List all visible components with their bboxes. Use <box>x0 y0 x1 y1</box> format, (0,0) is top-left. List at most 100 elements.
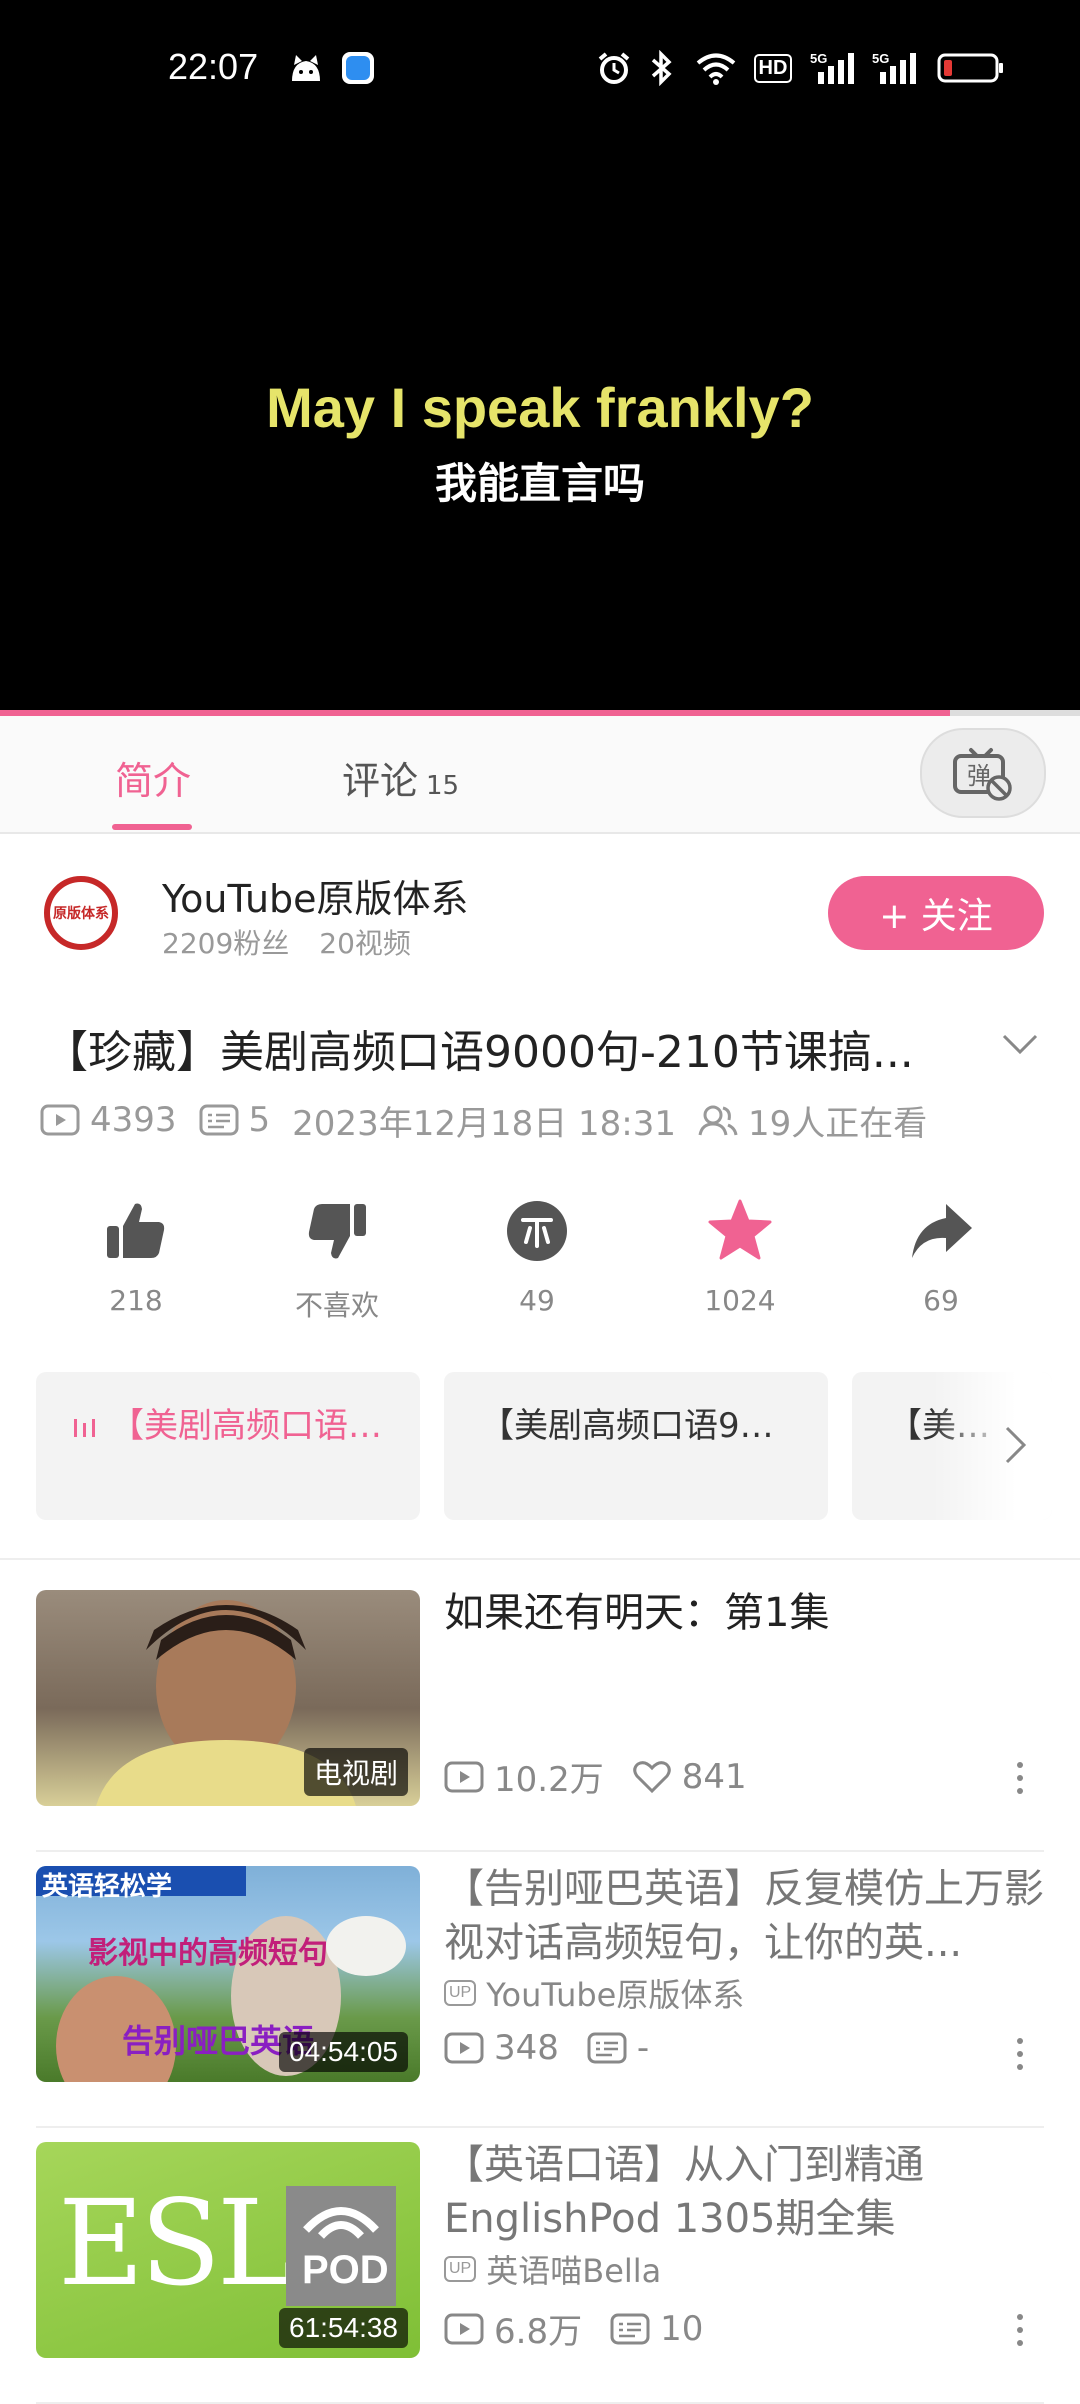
danmaku-count: 10 <box>660 2308 704 2349</box>
uploader[interactable]: UP YouTube原版体系 <box>444 1970 744 2016</box>
status-bar: 22:07 HD 5G 5G <box>0 0 1080 140</box>
star-icon <box>708 1199 772 1260</box>
watching-count: 19人正在看 <box>748 1103 928 1144</box>
video-thumbnail: ESL POD 61:54:38 <box>36 2142 420 2358</box>
thumbs-up-icon <box>107 1203 165 1258</box>
dislike-label: 不喜欢 <box>294 1289 379 1322</box>
channel-name[interactable]: YouTube原版体系 <box>162 868 469 923</box>
coin-icon <box>507 1201 567 1261</box>
danmaku-toggle-button[interactable]: 弹 <box>920 728 1046 818</box>
fans-count: 2209粉丝 <box>162 927 290 960</box>
blue-app-icon <box>340 50 376 86</box>
like-count: 841 <box>681 1756 747 1797</box>
favorite-button[interactable]: 1024 <box>665 1198 815 1317</box>
episode-label-text: 【美剧高频口语9000句】Lesson ... <box>110 1406 384 1446</box>
recommendation-item[interactable]: 英语轻松学 影视中的高频短句 告别哑巴英语 04:54:05 【告别哑巴英语】反… <box>0 1852 1080 2128</box>
share-button[interactable]: 69 <box>866 1198 1016 1317</box>
play-count-icon <box>444 2032 484 2064</box>
status-time: 22:07 <box>168 46 259 87</box>
cat-app-icon <box>286 50 326 86</box>
recommendation-title: 如果还有明天：第1集 <box>444 1590 830 1636</box>
alarm-icon <box>596 50 632 86</box>
watching-people-icon <box>698 1105 738 1136</box>
bluetooth-icon <box>644 50 680 86</box>
view-count: 6.8万 <box>494 2312 583 2352</box>
episode-label: 【美剧高频口语9000句】Lesson ... <box>72 1402 384 1450</box>
playing-bars-icon <box>74 1418 95 1437</box>
recommendation-stats: 348 - <box>444 2028 677 2068</box>
video-count: 20视频 <box>319 927 411 960</box>
coin-button[interactable]: 49 <box>462 1198 612 1317</box>
wifi-icon <box>694 50 738 86</box>
tab-bar: 简介 评论 15 弹 <box>0 716 1080 834</box>
share-count: 69 <box>923 1284 959 1317</box>
recommendation-title: 【英语口语】从入门到精通EnglishPod 1305期全集 <box>444 2142 924 2242</box>
thumbnail-caption-mid: 影视中的高频短句 <box>88 1936 328 1971</box>
video-thumbnail: 英语轻松学 影视中的高频短句 告别哑巴英语 04:54:05 <box>36 1866 420 2082</box>
video-thumbnail: 电视剧 <box>36 1590 420 1806</box>
thumbs-down-icon <box>308 1204 366 1259</box>
follow-button[interactable]: + 关注 <box>828 876 1044 950</box>
view-count: 348 <box>494 2028 559 2068</box>
5g-signal-icon: 5G <box>810 50 858 86</box>
tab-intro[interactable]: 简介 <box>115 750 191 805</box>
more-vertical-icon[interactable] <box>1010 1758 1030 1798</box>
video-meta: 4393 5 2023年12月18日 18:31 19人正在看 <box>40 1098 949 1144</box>
svg-text:5G: 5G <box>810 51 827 66</box>
subtitle-english: May I speak frankly? <box>266 376 814 439</box>
recommendation-stats: 10.2万 841 <box>444 1752 775 1801</box>
uploader-name: 英语喵Bella <box>486 2252 662 2290</box>
category-badge: 电视剧 <box>303 1748 408 1796</box>
svg-text:5G: 5G <box>872 51 889 66</box>
more-vertical-icon[interactable] <box>1010 2034 1030 2074</box>
danmaku-count-icon <box>587 2032 627 2064</box>
tab-comments-label: 评论 <box>342 759 419 803</box>
uploader[interactable]: UP 英语喵Bella <box>444 2246 661 2292</box>
danmaku-count-icon <box>610 2313 650 2344</box>
subtitle-chinese: 我能直言吗 <box>434 459 645 508</box>
tab-comments[interactable]: 评论 15 <box>342 750 459 805</box>
duration-badge: 04:54:05 <box>279 2032 408 2072</box>
channel-avatar[interactable]: 原版体系 <box>44 876 118 950</box>
uploader-name: YouTube原版体系 <box>486 1976 745 2014</box>
pod-logo: POD <box>286 2186 396 2306</box>
recommendation-stats: 6.8万 10 <box>444 2304 731 2353</box>
chevron-right-icon[interactable] <box>990 1420 1040 1470</box>
video-title: 【珍藏】美剧高频口语9000句-210节课搞... <box>44 1027 914 1078</box>
duration-badge: 61:54:38 <box>279 2308 408 2348</box>
play-count-icon <box>444 1761 484 1792</box>
recommendation-title: 【告别哑巴英语】反复模仿上万影视对话高频短句，让你的英... <box>444 1866 1044 1966</box>
recommendation-item[interactable]: 电视剧 如果还有明天：第1集 10.2万 841 <box>0 1576 1080 1852</box>
share-arrow-icon <box>912 1204 972 1258</box>
view-count: 4393 <box>90 1100 177 1140</box>
play-count-icon <box>40 1104 80 1136</box>
recommendation-item[interactable]: ESL POD 61:54:38 【英语口语】从入门到精通EnglishPod … <box>0 2128 1080 2404</box>
play-count-icon <box>444 2313 484 2344</box>
publish-date: 2023年12月18日 18:31 <box>292 1103 677 1144</box>
like-button[interactable]: 218 <box>61 1198 211 1317</box>
heart-icon <box>632 1760 671 1793</box>
hd-label: HD <box>753 53 793 83</box>
channel-stats: 2209粉丝 20视频 <box>162 922 411 962</box>
episode-label: 【美剧高频口语9000句】Lesson ... <box>480 1406 792 1446</box>
coin-count: 49 <box>519 1284 555 1317</box>
chevron-down-icon[interactable] <box>1000 1024 1040 1064</box>
thumbnail-caption-top: 英语轻松学 <box>42 1872 173 1902</box>
like-count: 218 <box>109 1284 163 1317</box>
battery-low-icon <box>936 50 1006 86</box>
danmaku-off-icon: 弹 <box>953 748 1012 801</box>
wifi-signal-icon <box>303 2207 379 2239</box>
up-icon: UP <box>444 1980 477 2006</box>
esl-logo-text: ESL <box>58 2174 295 2312</box>
section-divider <box>0 1558 1080 1560</box>
danmaku-count-icon <box>199 1104 239 1136</box>
hd-icon: HD <box>752 50 794 86</box>
dislike-button[interactable]: 不喜欢 <box>262 1198 412 1324</box>
pod-text: POD <box>302 2248 389 2292</box>
episode-card[interactable]: 【美剧高频口语9000句】Lesson ... <box>444 1372 828 1520</box>
episode-card-active[interactable]: 【美剧高频口语9000句】Lesson ... <box>36 1372 420 1520</box>
5g-signal-icon: 5G <box>872 50 920 86</box>
more-vertical-icon[interactable] <box>1010 2310 1030 2350</box>
view-count: 10.2万 <box>494 1760 604 1800</box>
avatar-text: 原版体系 <box>53 906 109 922</box>
